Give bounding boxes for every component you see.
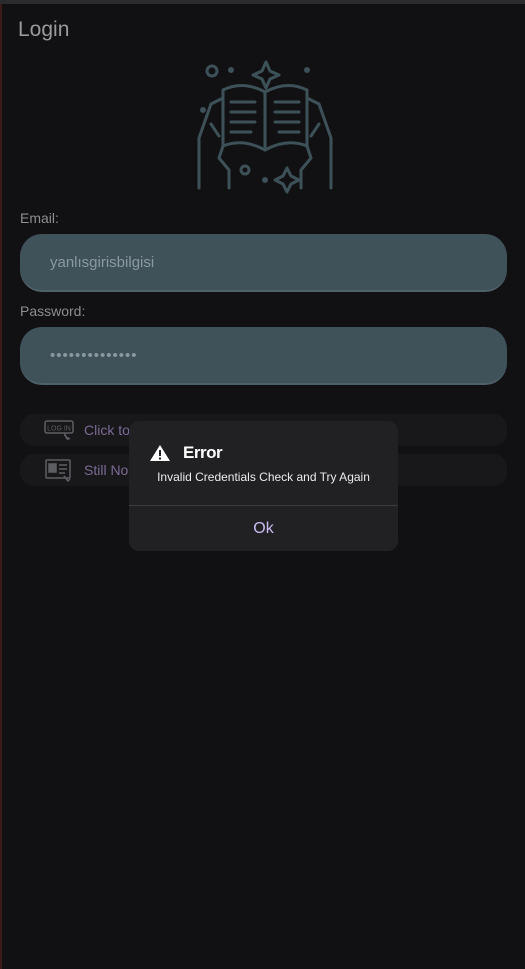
ok-button[interactable]: Ok (129, 506, 398, 551)
login-button-label: Click to (84, 422, 130, 438)
email-field[interactable]: yanlısgirisbilgisi (20, 234, 507, 292)
dialog-message: Invalid Credentials Check and Try Again (157, 470, 370, 484)
email-label: Email: (20, 210, 59, 226)
page-title: Login (18, 18, 70, 41)
dialog-header: Error (149, 443, 223, 463)
password-field[interactable]: •••••••••••••• (20, 327, 507, 385)
password-label: Password: (20, 303, 86, 319)
open-book-hands-icon (197, 60, 333, 194)
register-form-icon (45, 459, 71, 482)
register-button-label: Still No (84, 462, 129, 478)
dialog-title: Error (183, 443, 223, 462)
warning-icon (150, 445, 170, 461)
error-dialog: Error Invalid Credentials Check and Try … (129, 421, 398, 551)
login-icon: LOG IN (44, 420, 74, 441)
svg-text:LOG IN: LOG IN (47, 426, 71, 433)
